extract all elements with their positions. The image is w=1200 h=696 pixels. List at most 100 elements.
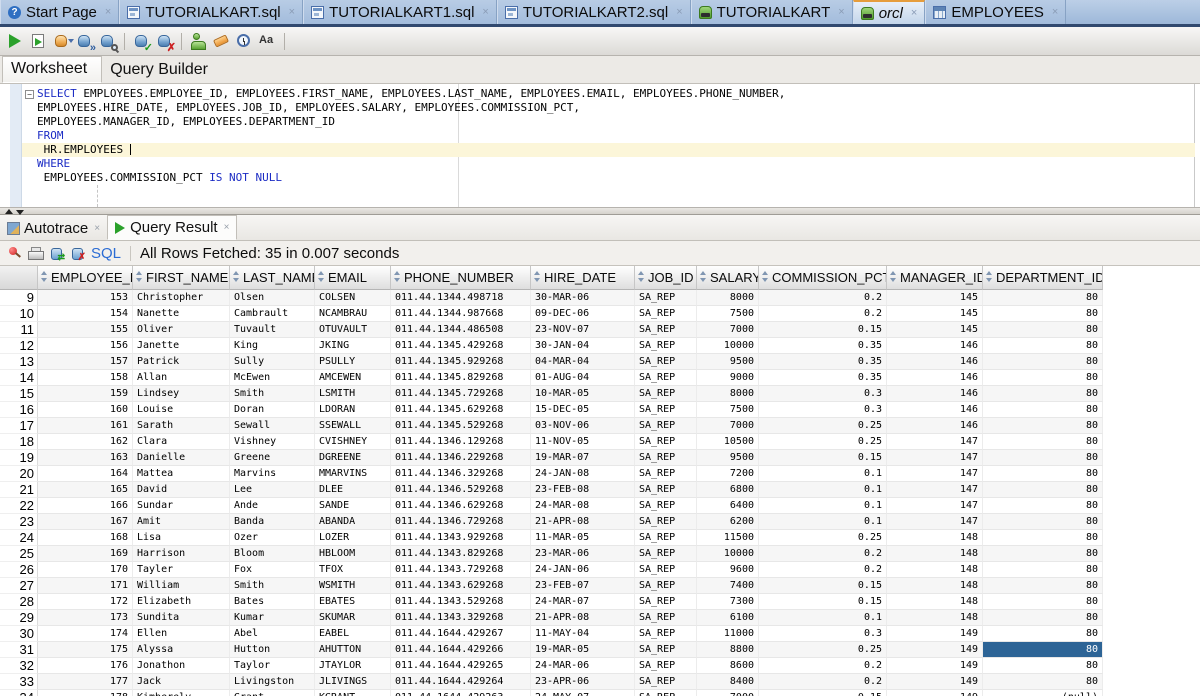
cell-commission-pct[interactable]: 0.25 <box>759 418 887 434</box>
cell-manager-id[interactable]: 147 <box>887 514 983 530</box>
column-header-first-name[interactable]: FIRST_NAME <box>133 266 230 290</box>
cell-job-id[interactable]: SA_REP <box>635 322 697 338</box>
cell-email[interactable]: PSULLY <box>315 354 391 370</box>
cell-phone-number[interactable]: 011.44.1345.429268 <box>391 338 531 354</box>
cell-phone-number[interactable]: 011.44.1346.629268 <box>391 498 531 514</box>
rollback-icon[interactable]: ✗ <box>154 31 176 53</box>
cell-first-name[interactable]: Kimberely <box>133 690 230 696</box>
cell-hire-date[interactable]: 19-MAR-07 <box>531 450 635 466</box>
cell-department-id[interactable]: 80 <box>983 338 1103 354</box>
cell-first-name[interactable]: Patrick <box>133 354 230 370</box>
splitter-up-icon[interactable] <box>5 209 13 214</box>
cell-last-name[interactable]: McEwen <box>230 370 315 386</box>
cell-job-id[interactable]: SA_REP <box>635 290 697 306</box>
cell-phone-number[interactable]: 011.44.1343.929268 <box>391 530 531 546</box>
cell-manager-id[interactable]: 149 <box>887 626 983 642</box>
cell-department-id[interactable]: 80 <box>983 562 1103 578</box>
cell-commission-pct[interactable]: 0.1 <box>759 482 887 498</box>
cell-manager-id[interactable]: 148 <box>887 562 983 578</box>
cell-first-name[interactable]: Danielle <box>133 450 230 466</box>
cell-phone-number[interactable]: 011.44.1644.429263 <box>391 690 531 696</box>
cell-department-id[interactable]: 80 <box>983 578 1103 594</box>
refresh-icon[interactable] <box>49 246 65 263</box>
cell-commission-pct[interactable]: 0.2 <box>759 290 887 306</box>
sql-code[interactable]: SELECT EMPLOYEES.EMPLOYEE_ID, EMPLOYEES.… <box>22 87 1195 185</box>
row-number[interactable]: 26 <box>0 562 38 578</box>
cell-hire-date[interactable]: 24-JAN-08 <box>531 466 635 482</box>
cell-last-name[interactable]: Taylor <box>230 658 315 674</box>
cell-last-name[interactable]: Vishney <box>230 434 315 450</box>
cell-last-name[interactable]: Smith <box>230 386 315 402</box>
cell-hire-date[interactable]: 11-NOV-05 <box>531 434 635 450</box>
cell-phone-number[interactable]: 011.44.1343.629268 <box>391 578 531 594</box>
cell-department-id[interactable]: 80 <box>983 306 1103 322</box>
cell-employee-id[interactable]: 175 <box>38 642 133 658</box>
cell-hire-date[interactable]: 24-MAR-08 <box>531 498 635 514</box>
row-number[interactable]: 20 <box>0 466 38 482</box>
editor-tab-tutorialkart2-sql[interactable]: TUTORIALKART2.sql × <box>496 0 691 24</box>
cell-department-id[interactable]: 80 <box>983 482 1103 498</box>
cell-commission-pct[interactable]: 0.35 <box>759 338 887 354</box>
cell-manager-id[interactable]: 147 <box>887 434 983 450</box>
cell-phone-number[interactable]: 011.44.1345.529268 <box>391 418 531 434</box>
cell-email[interactable]: SANDE <box>315 498 391 514</box>
cell-department-id[interactable]: 80 <box>983 450 1103 466</box>
cell-commission-pct[interactable]: 0.2 <box>759 674 887 690</box>
cell-manager-id[interactable]: 146 <box>887 354 983 370</box>
cell-email[interactable]: JTAYLOR <box>315 658 391 674</box>
cell-employee-id[interactable]: 158 <box>38 370 133 386</box>
autotrace-icon[interactable]: » <box>74 31 96 53</box>
cell-hire-date[interactable]: 23-MAR-06 <box>531 546 635 562</box>
cell-first-name[interactable]: Sundita <box>133 610 230 626</box>
cell-phone-number[interactable]: 011.44.1343.729268 <box>391 562 531 578</box>
cell-manager-id[interactable]: 147 <box>887 498 983 514</box>
unshared-worksheet-icon[interactable] <box>188 31 209 52</box>
cell-last-name[interactable]: Lee <box>230 482 315 498</box>
cell-manager-id[interactable]: 147 <box>887 450 983 466</box>
splitter-down-icon[interactable] <box>16 210 24 215</box>
cell-salary[interactable]: 7000 <box>697 690 759 696</box>
cell-department-id[interactable]: 80 <box>983 530 1103 546</box>
cell-email[interactable]: COLSEN <box>315 290 391 306</box>
cell-last-name[interactable]: Fox <box>230 562 315 578</box>
cancel-icon[interactable] <box>70 246 86 263</box>
cell-manager-id[interactable]: 147 <box>887 466 983 482</box>
cell-first-name[interactable]: Lisa <box>133 530 230 546</box>
cell-phone-number[interactable]: 011.44.1346.129268 <box>391 434 531 450</box>
cell-employee-id[interactable]: 162 <box>38 434 133 450</box>
code-line-5[interactable]: HR.EMPLOYEES <box>22 143 1195 157</box>
row-number[interactable]: 31 <box>0 642 38 658</box>
cell-email[interactable]: EABEL <box>315 626 391 642</box>
cell-hire-date[interactable]: 10-MAR-05 <box>531 386 635 402</box>
cell-phone-number[interactable]: 011.44.1344.987668 <box>391 306 531 322</box>
cell-last-name[interactable]: Smith <box>230 578 315 594</box>
cell-email[interactable]: JLIVINGS <box>315 674 391 690</box>
cell-phone-number[interactable]: 011.44.1346.729268 <box>391 514 531 530</box>
cell-phone-number[interactable]: 011.44.1345.829268 <box>391 370 531 386</box>
editor-tab-orcl[interactable]: orcl × <box>852 0 926 24</box>
cell-job-id[interactable]: SA_REP <box>635 594 697 610</box>
cell-last-name[interactable]: Tuvault <box>230 322 315 338</box>
cell-salary[interactable]: 11000 <box>697 626 759 642</box>
cell-manager-id[interactable]: 146 <box>887 370 983 386</box>
cell-phone-number[interactable]: 011.44.1346.529268 <box>391 482 531 498</box>
cell-first-name[interactable]: Jonathon <box>133 658 230 674</box>
column-header-last-name[interactable]: LAST_NAME <box>230 266 315 290</box>
cell-commission-pct[interactable]: 0.15 <box>759 322 887 338</box>
cell-last-name[interactable]: King <box>230 338 315 354</box>
cell-job-id[interactable]: SA_REP <box>635 514 697 530</box>
cell-department-id[interactable]: 80 <box>983 466 1103 482</box>
cell-last-name[interactable]: Ozer <box>230 530 315 546</box>
cell-manager-id[interactable]: 148 <box>887 546 983 562</box>
cell-hire-date[interactable]: 15-DEC-05 <box>531 402 635 418</box>
row-number[interactable]: 29 <box>0 610 38 626</box>
column-header-manager-id[interactable]: MANAGER_ID <box>887 266 983 290</box>
cell-employee-id[interactable]: 153 <box>38 290 133 306</box>
cell-commission-pct[interactable]: 0.15 <box>759 690 887 696</box>
cell-first-name[interactable]: Nanette <box>133 306 230 322</box>
cell-commission-pct[interactable]: 0.3 <box>759 402 887 418</box>
cell-job-id[interactable]: SA_REP <box>635 562 697 578</box>
cell-salary[interactable]: 10000 <box>697 338 759 354</box>
cell-department-id[interactable]: 80 <box>983 674 1103 690</box>
cell-commission-pct[interactable]: 0.3 <box>759 626 887 642</box>
